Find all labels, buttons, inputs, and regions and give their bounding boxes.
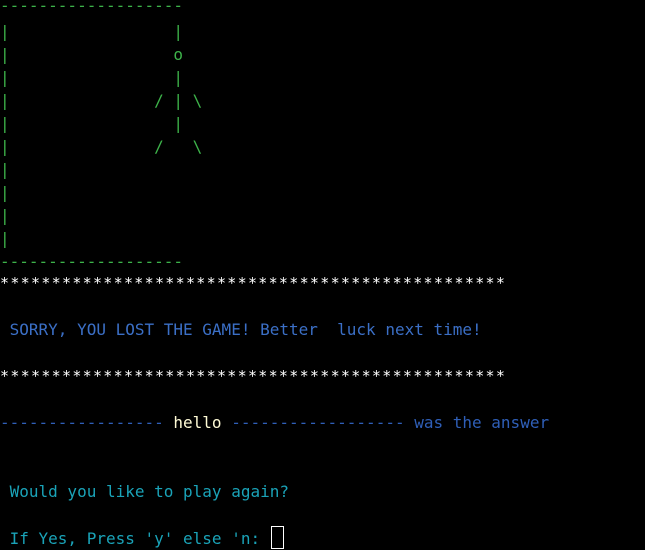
gallows-row-1: | | [0, 22, 184, 41]
answer-suffix: was the answer [404, 413, 550, 432]
gallows-row-4-arms: | / | \ [0, 91, 203, 110]
gallows-base: ------------------- [0, 252, 184, 271]
answer-right-dashes: ------------------ [221, 413, 405, 432]
gallows-row-6-legs: | / \ [0, 137, 203, 156]
gallows-row-10: | [0, 229, 10, 248]
gallows-row-2-head: | o [0, 45, 184, 64]
star-separator-top: ****************************************… [0, 274, 507, 292]
answer-word: hello [173, 413, 222, 432]
gallows-row-7: | [0, 160, 10, 179]
gallows-row-9: | [0, 206, 10, 225]
gallows-row-8: | [0, 183, 10, 202]
result-message: SORRY, YOU LOST THE GAME! Better luck ne… [0, 320, 482, 339]
answer-line: ----------------- hello ----------------… [0, 411, 549, 434]
input-prompt-label: If Yes, Press 'y' else 'n: [0, 529, 270, 548]
answer-left-dashes: ----------------- [0, 413, 174, 432]
gallows-row-5-torso: | | [0, 114, 184, 133]
star-separator-bottom: ****************************************… [0, 367, 507, 385]
input-prompt-line[interactable]: If Yes, Press 'y' else 'n: [0, 526, 284, 550]
text-cursor[interactable] [270, 526, 284, 549]
gallows-row-3: | | [0, 68, 184, 87]
gallows-top-beam: ------------------- [0, 0, 184, 15]
play-again-prompt: Would you like to play again? [0, 482, 289, 501]
